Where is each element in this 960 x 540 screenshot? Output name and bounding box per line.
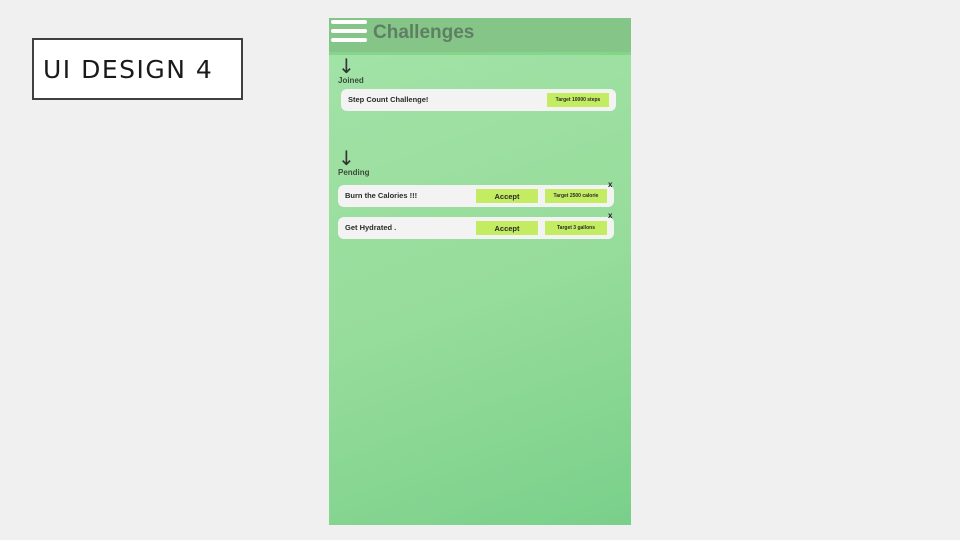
joined-challenge-card[interactable]: Step Count Challenge! Target 10000 steps	[341, 89, 616, 111]
app-bar-divider	[329, 52, 631, 55]
dismiss-challenge-close-icon[interactable]: x	[608, 180, 612, 189]
app-bar: Challenges	[329, 18, 631, 52]
pending-challenge-card: Burn the Calories !!! Accept Target 2500…	[338, 185, 614, 207]
hamburger-menu-icon[interactable]	[331, 20, 367, 44]
joined-arrow-down-icon: ↓	[338, 54, 355, 78]
slide-title: UI DESIGN 4	[43, 54, 214, 84]
slide-title-box: UI DESIGN 4	[32, 38, 243, 100]
joined-section-label: Joined	[338, 76, 364, 85]
pending-arrow-down-icon: ↓	[338, 146, 355, 170]
accept-button[interactable]: Accept	[476, 189, 538, 203]
challenge-title: Step Count Challenge!	[348, 95, 429, 104]
pending-challenge-card: Get Hydrated . Accept Target 3 gallons	[338, 217, 614, 239]
slide: UI DESIGN 4 Challenges ↓ Joined Step Cou…	[0, 0, 960, 540]
phone-screen: Challenges ↓ Joined Step Count Challenge…	[329, 18, 631, 525]
accept-button[interactable]: Accept	[476, 221, 538, 235]
challenge-target-badge: Target 3 gallons	[545, 221, 607, 235]
challenge-target-badge: Target 10000 steps	[547, 93, 609, 107]
challenge-title: Get Hydrated .	[345, 223, 397, 232]
pending-section-label: Pending	[338, 168, 370, 177]
challenge-target-badge: Target 2500 calorie	[545, 189, 607, 203]
page-title: Challenges	[373, 22, 475, 43]
challenge-title: Burn the Calories !!!	[345, 191, 418, 200]
dismiss-challenge-close-icon[interactable]: x	[608, 211, 612, 220]
